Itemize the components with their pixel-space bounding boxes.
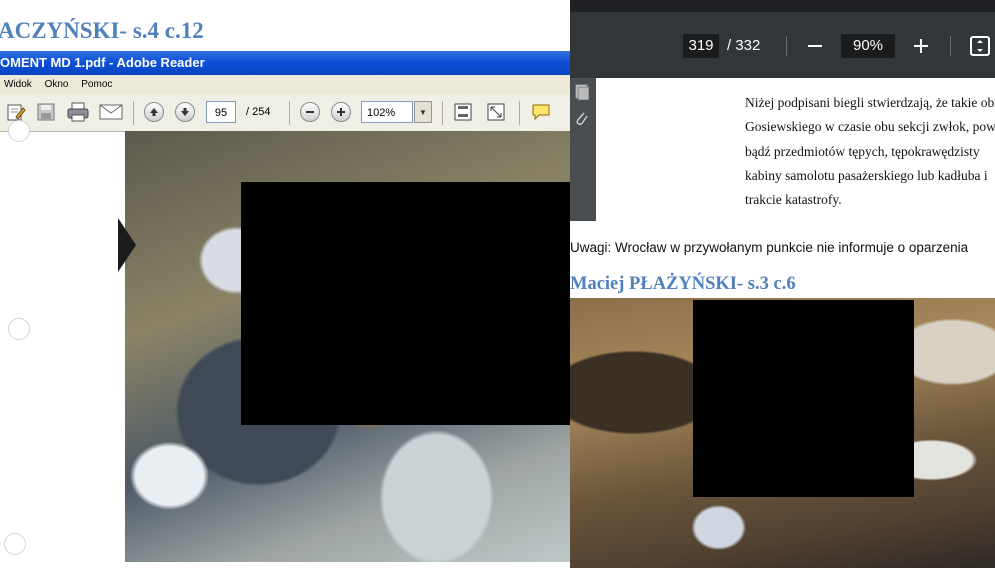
binder-hole [4,533,26,555]
comment-icon[interactable] [529,101,553,123]
adobe-reader-screenshot: ACZYŃSKI- s.4 c.12 OMENT MD 1.pdf - Adob… [0,0,570,568]
thumbnail-icon[interactable] [575,84,590,105]
toolbar-separator [786,36,787,56]
thumbnail-sidebar [570,78,596,221]
zoom-level-input[interactable]: 90% [841,34,895,58]
menu-widok[interactable]: Widok [4,79,32,90]
minus-icon [300,102,320,122]
toolbar-separator [950,36,951,56]
minus-icon [808,45,822,47]
window-title: OMENT MD 1.pdf - Adobe Reader [0,55,205,70]
zoom-in-button[interactable] [330,101,352,123]
binder-hole [8,318,30,340]
document-line: Niżej podpisani biegli stwierdzają, że t… [745,95,995,110]
arrow-marker-icon [118,218,136,272]
zoom-out-button[interactable] [299,101,321,123]
toolbar-separator [289,101,290,125]
adobe-reader-toolbar: 95 / 254 102% ▼ [0,95,570,132]
save-icon[interactable] [34,101,58,123]
arrow-up-icon [144,102,164,122]
zoom-in-button[interactable] [910,34,932,58]
page-total: / 332 [727,37,761,54]
zoom-out-button[interactable] [804,34,826,58]
plus-icon [331,102,351,122]
redaction-box-right [693,300,914,497]
print-icon[interactable] [64,101,92,123]
document-line: kabiny samolotu pasażerskiego lub kadłub… [745,168,988,183]
document-line: trakcie katastrofy. [745,192,842,207]
page-number-input[interactable]: 319 [683,34,719,58]
viewer-top-strip [570,0,995,12]
section-heading-left: ACZYŃSKI- s.4 c.12 [0,18,204,43]
fit-page-icon[interactable] [451,101,475,123]
adobe-reader-menubar: Widok Okno Pomoc [0,75,570,95]
pdf-viewer-toolbar: 319 / 332 90% [570,12,995,78]
adobe-reader-titlebar: OMENT MD 1.pdf - Adobe Reader [0,51,570,75]
document-line: Gosiewskiego w czasie obu sekcji zwłok, … [745,119,995,134]
zoom-dropdown-button[interactable]: ▼ [414,101,432,123]
chrome-pdf-viewer: 319 / 332 90% Niżej podpisani biegli stw… [570,0,995,568]
menu-pomoc[interactable]: Pomoc [81,79,112,90]
next-page-button[interactable] [174,101,196,123]
zoom-level-select[interactable]: 102% [361,101,413,123]
full-screen-icon[interactable] [484,101,508,123]
fit-page-icon [970,36,990,56]
section-heading-right: Maciej PŁAŻYŃSKI- s.3 c.6 [570,274,796,294]
menu-okno[interactable]: Okno [45,79,69,90]
document-line: bądź przedmiotów tępych, tępokrawędzisty [745,144,980,159]
toolbar-separator [442,101,443,125]
toolbar-separator [519,101,520,125]
email-icon[interactable] [98,101,124,123]
page-number-input[interactable]: 95 [206,101,236,123]
fit-to-page-button[interactable] [968,34,992,58]
redaction-box-left [241,182,570,425]
plus-icon [914,39,928,53]
previous-page-button[interactable] [143,101,165,123]
attachment-icon[interactable] [575,110,589,131]
pdf-page-excerpt: Niżej podpisani biegli stwierdzają, że t… [596,78,995,221]
page-count: / 254 [246,106,271,118]
binder-hole [8,120,30,142]
toolbar-separator [133,101,134,125]
note-text: Uwagi: Wrocław w przywołanym punkcie nie… [570,240,969,255]
chevron-down-icon: ▼ [419,107,427,117]
arrow-down-icon [175,102,195,122]
